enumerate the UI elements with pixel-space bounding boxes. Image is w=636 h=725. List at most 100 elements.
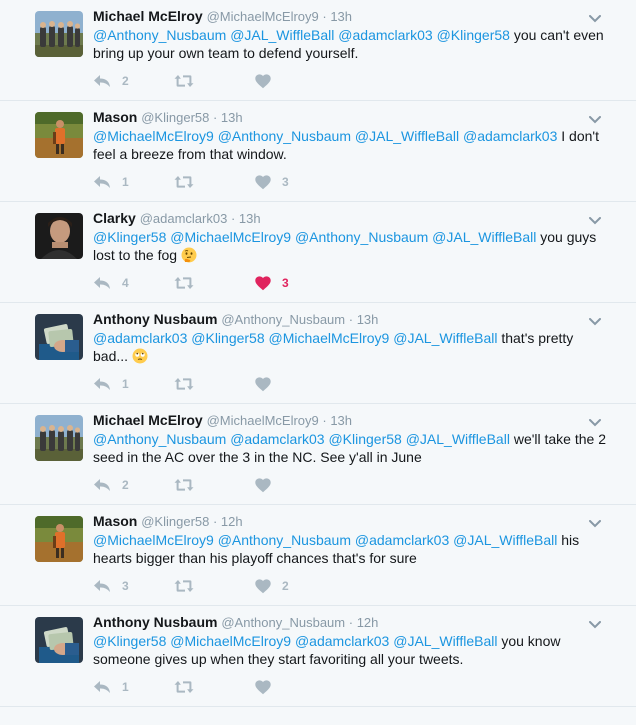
reply-button[interactable]: 1	[93, 668, 129, 706]
reply-button[interactable]: 2	[93, 62, 129, 100]
timestamp[interactable]: 13h	[221, 110, 243, 125]
avatar[interactable]	[35, 516, 83, 562]
retweet-button[interactable]	[174, 668, 205, 706]
retweet-button[interactable]	[174, 466, 205, 504]
mention-link[interactable]: @Klinger58	[437, 27, 510, 43]
chevron-down-icon[interactable]	[589, 10, 601, 23]
tweet[interactable]: Clarky @adamclark03 · 13h @Klinger58 @Mic…	[0, 202, 636, 303]
retweet-button[interactable]	[174, 163, 205, 201]
reply-button[interactable]: 1	[93, 163, 129, 201]
author-name[interactable]: Anthony Nusbaum	[93, 311, 217, 327]
mention-link[interactable]: @JAL_WiffleBall	[406, 431, 510, 447]
timestamp[interactable]: 13h	[357, 312, 379, 327]
like-count: 3	[282, 175, 289, 189]
timestamp[interactable]: 13h	[239, 211, 261, 226]
mention-link[interactable]: @MichaelMcElroy9	[93, 128, 214, 144]
author-name[interactable]: Anthony Nusbaum	[93, 614, 217, 630]
tweet[interactable]: Michael McElroy @MichaelMcElroy9 · 13h @A…	[0, 0, 636, 101]
tweet[interactable]: Anthony Nusbaum @Anthony_Nusbaum · 12h @K…	[0, 606, 636, 707]
mention-link[interactable]: @Anthony_Nusbaum	[93, 27, 226, 43]
avatar[interactable]	[35, 213, 83, 259]
timestamp[interactable]: 13h	[330, 413, 352, 428]
like-button[interactable]: 2	[255, 567, 289, 605]
author-name[interactable]: Clarky	[93, 210, 136, 226]
tweet[interactable]: Mason @Klinger58 · 13h @MichaelMcElroy9 @…	[0, 101, 636, 202]
mention-link[interactable]: @MichaelMcElroy9	[269, 330, 390, 346]
retweet-button[interactable]	[174, 62, 205, 100]
reply-count: 4	[122, 276, 129, 290]
chevron-down-icon[interactable]	[589, 616, 601, 629]
chevron-down-icon[interactable]	[589, 111, 601, 124]
mention-link[interactable]: @MichaelMcElroy9	[93, 532, 214, 548]
mention-link[interactable]: @MichaelMcElroy9	[170, 229, 291, 245]
like-button[interactable]: 3	[255, 264, 289, 302]
author-handle[interactable]: @Klinger58	[141, 110, 209, 125]
avatar[interactable]	[35, 617, 83, 663]
author-handle[interactable]: @MichaelMcElroy9	[207, 9, 319, 24]
mention-link[interactable]: @JAL_WiffleBall	[355, 128, 459, 144]
author-name[interactable]: Mason	[93, 109, 137, 125]
author-handle[interactable]: @Anthony_Nusbaum	[221, 615, 345, 630]
avatar[interactable]	[35, 11, 83, 57]
mention-link[interactable]: @JAL_WiffleBall	[230, 27, 334, 43]
mention-link[interactable]: @Klinger58	[93, 633, 166, 649]
mention-link[interactable]: @Klinger58	[328, 431, 401, 447]
mention-link[interactable]: @JAL_WiffleBall	[453, 532, 557, 548]
timestamp[interactable]: 12h	[357, 615, 379, 630]
mention-link[interactable]: @Klinger58	[93, 229, 166, 245]
author-handle[interactable]: @MichaelMcElroy9	[207, 413, 319, 428]
reply-button[interactable]: 1	[93, 365, 129, 403]
mention-link[interactable]: @adamclark03	[463, 128, 557, 144]
reply-button[interactable]: 4	[93, 264, 129, 302]
author-handle[interactable]: @adamclark03	[140, 211, 228, 226]
retweet-button[interactable]	[174, 365, 205, 403]
mention-link[interactable]: @JAL_WiffleBall	[432, 229, 536, 245]
timestamp[interactable]: 13h	[330, 9, 352, 24]
reply-count: 2	[122, 478, 129, 492]
mention-link[interactable]: @Anthony_Nusbaum	[93, 431, 226, 447]
mention-link[interactable]: @JAL_WiffleBall	[393, 633, 497, 649]
separator-dot: ·	[209, 514, 221, 529]
retweet-icon	[174, 74, 194, 88]
mention-link[interactable]: @adamclark03	[338, 27, 432, 43]
chevron-down-icon[interactable]	[589, 212, 601, 225]
separator-dot: ·	[345, 615, 357, 630]
mention-link[interactable]: @Anthony_Nusbaum	[218, 128, 351, 144]
like-button[interactable]: 3	[255, 163, 289, 201]
like-button[interactable]	[255, 62, 282, 100]
reply-icon	[93, 175, 111, 189]
avatar[interactable]	[35, 112, 83, 158]
tweet-text: @Anthony_Nusbaum @JAL_WiffleBall @adamcl…	[93, 26, 606, 62]
mention-link[interactable]: @adamclark03	[230, 431, 324, 447]
mention-link[interactable]: @Anthony_Nusbaum	[295, 229, 428, 245]
mention-link[interactable]: @adamclark03	[355, 532, 449, 548]
tweet[interactable]: Anthony Nusbaum @Anthony_Nusbaum · 13h @a…	[0, 303, 636, 404]
tweet-header: Clarky @adamclark03 · 13h	[93, 210, 606, 227]
mention-link[interactable]: @JAL_WiffleBall	[393, 330, 497, 346]
retweet-button[interactable]	[174, 264, 205, 302]
like-button[interactable]	[255, 466, 282, 504]
mention-link[interactable]: @adamclark03	[295, 633, 389, 649]
author-name[interactable]: Michael McElroy	[93, 412, 203, 428]
retweet-button[interactable]	[174, 567, 205, 605]
avatar[interactable]	[35, 415, 83, 461]
reply-button[interactable]: 2	[93, 466, 129, 504]
author-handle[interactable]: @Anthony_Nusbaum	[221, 312, 345, 327]
timestamp[interactable]: 12h	[221, 514, 243, 529]
like-button[interactable]	[255, 668, 282, 706]
reply-button[interactable]: 3	[93, 567, 129, 605]
author-name[interactable]: Mason	[93, 513, 137, 529]
chevron-down-icon[interactable]	[589, 313, 601, 326]
chevron-down-icon[interactable]	[589, 515, 601, 528]
like-button[interactable]	[255, 365, 282, 403]
author-name[interactable]: Michael McElroy	[93, 8, 203, 24]
mention-link[interactable]: @adamclark03	[93, 330, 187, 346]
chevron-down-icon[interactable]	[589, 414, 601, 427]
mention-link[interactable]: @MichaelMcElroy9	[170, 633, 291, 649]
mention-link[interactable]: @Anthony_Nusbaum	[218, 532, 351, 548]
author-handle[interactable]: @Klinger58	[141, 514, 209, 529]
avatar[interactable]	[35, 314, 83, 360]
tweet[interactable]: Mason @Klinger58 · 12h @MichaelMcElroy9 @…	[0, 505, 636, 606]
tweet[interactable]: Michael McElroy @MichaelMcElroy9 · 13h @A…	[0, 404, 636, 505]
mention-link[interactable]: @Klinger58	[191, 330, 264, 346]
